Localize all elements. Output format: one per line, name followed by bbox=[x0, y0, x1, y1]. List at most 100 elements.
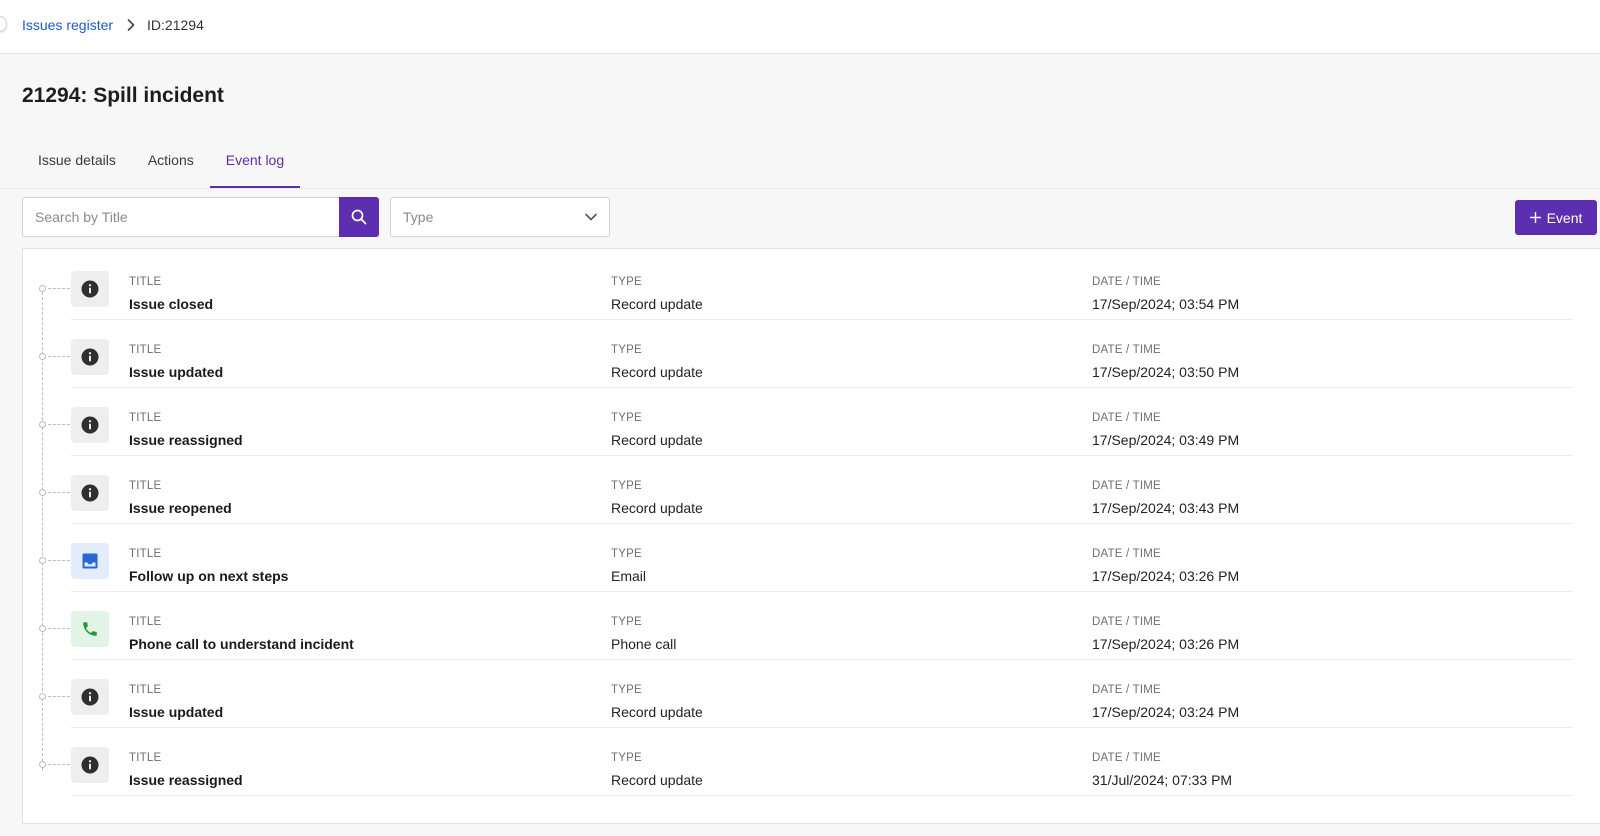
timeline-connector bbox=[48, 356, 70, 357]
event-title-cell: TITLE Phone call to understand incident bbox=[129, 615, 354, 654]
tab-bar: Issue details Actions Event log bbox=[22, 132, 301, 188]
timeline-connector bbox=[48, 764, 70, 765]
event-title: Issue reopened bbox=[129, 500, 232, 516]
event-type-cell: TYPE Record update bbox=[611, 411, 703, 450]
timeline-dot bbox=[39, 557, 46, 564]
title-column-label: TITLE bbox=[129, 616, 162, 628]
event-datetime-cell: DATE / TIME 31/Jul/2024; 07:33 PM bbox=[1092, 751, 1232, 790]
event-row[interactable]: TITLE Issue reassigned TYPE Record update DA… bbox=[23, 387, 1600, 456]
type-column-label: TYPE bbox=[611, 276, 642, 288]
type-column-label: TYPE bbox=[611, 480, 642, 492]
event-type-cell: TYPE Record update bbox=[611, 683, 703, 722]
event-log-panel: TITLE Issue closed TYPE Record update DATE /… bbox=[22, 248, 1600, 824]
row-divider bbox=[71, 795, 1573, 796]
event-title: Issue closed bbox=[129, 296, 214, 312]
info-icon bbox=[71, 271, 109, 307]
event-datetime-cell: DATE / TIME 17/Sep/2024; 03:50 PM bbox=[1092, 343, 1239, 382]
add-event-button[interactable]: Event bbox=[1515, 200, 1597, 235]
top-bar: Issues register ID:21294 bbox=[0, 0, 1600, 54]
event-datetime-cell: DATE / TIME 17/Sep/2024; 03:26 PM bbox=[1092, 547, 1239, 586]
datetime-column-label: DATE / TIME bbox=[1092, 276, 1161, 288]
title-column-label: TITLE bbox=[129, 412, 162, 424]
datetime-column-label: DATE / TIME bbox=[1092, 412, 1161, 424]
event-title-cell: TITLE Issue closed bbox=[129, 275, 213, 314]
page-title: 21294: Spill incident bbox=[22, 84, 224, 107]
breadcrumb-issues-register-link[interactable]: Issues register bbox=[22, 17, 113, 33]
chevron-right-icon bbox=[127, 19, 135, 31]
timeline-connector bbox=[48, 424, 70, 425]
timeline-connector bbox=[48, 696, 70, 697]
event-datetime: 17/Sep/2024; 03:43 PM bbox=[1092, 500, 1240, 516]
event-row[interactable]: TITLE Issue closed TYPE Record update DATE /… bbox=[23, 251, 1600, 320]
event-datetime: 17/Sep/2024; 03:50 PM bbox=[1092, 364, 1240, 380]
event-row[interactable]: TITLE Issue reopened TYPE Record update DATE… bbox=[23, 455, 1600, 524]
info-icon bbox=[71, 475, 109, 511]
datetime-column-label: DATE / TIME bbox=[1092, 480, 1161, 492]
timeline-dot bbox=[39, 285, 46, 292]
tab-issue-details[interactable]: Issue details bbox=[22, 132, 132, 188]
sidebar-toggle-handle[interactable] bbox=[0, 16, 7, 32]
event-title-cell: TITLE Issue updated bbox=[129, 343, 223, 382]
info-icon bbox=[71, 679, 109, 715]
type-column-label: TYPE bbox=[611, 752, 642, 764]
inbox-icon bbox=[71, 543, 109, 579]
title-column-label: TITLE bbox=[129, 752, 162, 764]
title-column-label: TITLE bbox=[129, 276, 162, 288]
timeline-dot bbox=[39, 421, 46, 428]
timeline-dot bbox=[39, 353, 46, 360]
event-title: Issue reassigned bbox=[129, 772, 243, 788]
info-icon bbox=[71, 747, 109, 783]
event-title-cell: TITLE Issue reassigned bbox=[129, 411, 243, 450]
tab-event-log[interactable]: Event log bbox=[209, 132, 301, 188]
event-type: Record update bbox=[611, 364, 703, 380]
title-column-label: TITLE bbox=[129, 684, 162, 696]
timeline-connector bbox=[48, 560, 70, 561]
datetime-column-label: DATE / TIME bbox=[1092, 344, 1161, 356]
timeline-dot bbox=[39, 693, 46, 700]
event-row[interactable]: TITLE Issue reassigned TYPE Record update DA… bbox=[23, 727, 1600, 796]
event-datetime: 31/Jul/2024; 07:33 PM bbox=[1092, 772, 1233, 788]
event-type: Record update bbox=[611, 772, 703, 788]
timeline-dot bbox=[39, 489, 46, 496]
plus-icon bbox=[1529, 212, 1541, 223]
event-datetime: 17/Sep/2024; 03:26 PM bbox=[1092, 636, 1240, 652]
search-button[interactable] bbox=[339, 197, 379, 237]
event-datetime: 17/Sep/2024; 03:26 PM bbox=[1092, 568, 1240, 584]
event-title: Phone call to understand incident bbox=[129, 636, 354, 652]
event-type: Record update bbox=[611, 500, 703, 516]
event-datetime-cell: DATE / TIME 17/Sep/2024; 03:43 PM bbox=[1092, 479, 1239, 518]
event-type-cell: TYPE Record update bbox=[611, 479, 703, 518]
tab-actions[interactable]: Actions bbox=[132, 132, 210, 188]
event-type: Record update bbox=[611, 296, 703, 312]
event-title-cell: TITLE Issue reopened bbox=[129, 479, 232, 518]
event-datetime-cell: DATE / TIME 17/Sep/2024; 03:24 PM bbox=[1092, 683, 1239, 722]
event-row[interactable]: TITLE Phone call to understand incident TY… bbox=[23, 591, 1600, 660]
search-icon bbox=[351, 209, 367, 225]
event-datetime: 17/Sep/2024; 03:54 PM bbox=[1092, 296, 1240, 312]
event-type-cell: TYPE Email bbox=[611, 547, 646, 586]
timeline-connector bbox=[48, 288, 70, 289]
type-filter-select[interactable]: Type bbox=[390, 197, 610, 237]
add-event-label: Event bbox=[1546, 209, 1583, 226]
type-column-label: TYPE bbox=[611, 412, 642, 424]
timeline-dot bbox=[39, 625, 46, 632]
event-row[interactable]: TITLE Issue updated TYPE Record update DATE … bbox=[23, 319, 1600, 388]
chevron-down-icon bbox=[585, 213, 597, 221]
event-datetime: 17/Sep/2024; 03:49 PM bbox=[1092, 432, 1240, 448]
title-column-label: TITLE bbox=[129, 548, 162, 560]
event-type-cell: TYPE Record update bbox=[611, 275, 703, 314]
datetime-column-label: DATE / TIME bbox=[1092, 616, 1161, 628]
event-title: Follow up on next steps bbox=[129, 568, 289, 584]
event-row[interactable]: TITLE Follow up on next steps TYPE Email DAT… bbox=[23, 523, 1600, 592]
search-input[interactable] bbox=[22, 197, 339, 237]
event-type-cell: TYPE Record update bbox=[611, 343, 703, 382]
type-column-label: TYPE bbox=[611, 684, 642, 696]
type-column-label: TYPE bbox=[611, 616, 642, 628]
event-row[interactable]: TITLE Issue updated TYPE Record update DATE … bbox=[23, 659, 1600, 728]
title-column-label: TITLE bbox=[129, 480, 162, 492]
event-title: Issue updated bbox=[129, 364, 224, 380]
event-type-cell: TYPE Phone call bbox=[611, 615, 676, 654]
timeline-connector bbox=[48, 492, 70, 493]
datetime-column-label: DATE / TIME bbox=[1092, 684, 1161, 696]
event-title: Issue updated bbox=[129, 704, 224, 720]
